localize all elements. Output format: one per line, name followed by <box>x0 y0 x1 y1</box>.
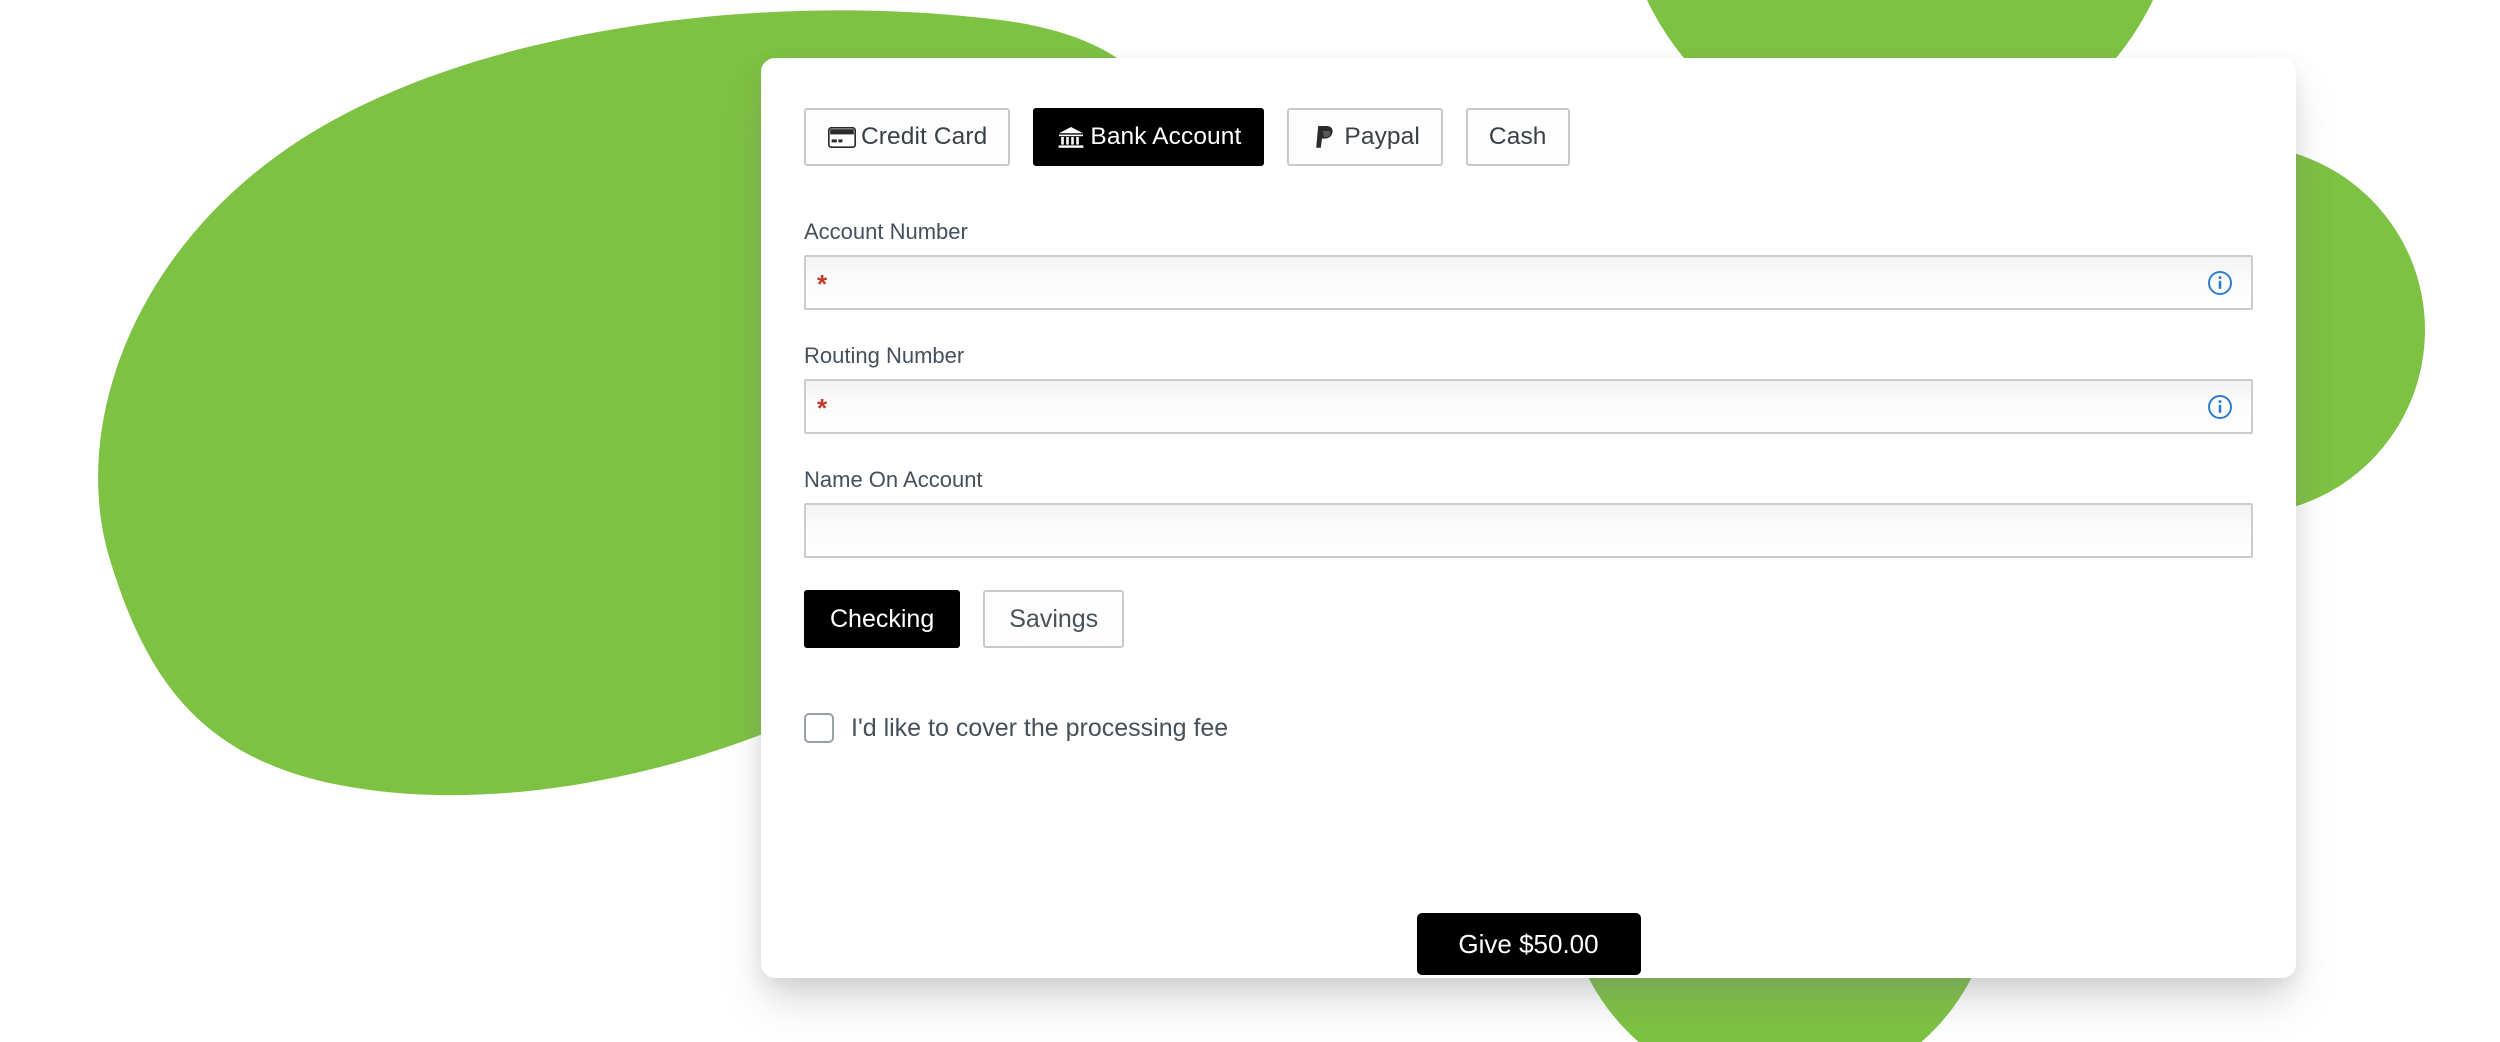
account-number-label: Account Number <box>804 219 968 244</box>
routing-number-required-marker: * <box>817 392 828 423</box>
bank-icon <box>1056 125 1086 149</box>
tab-bank-account-label: Bank Account <box>1090 122 1242 150</box>
account-number-required-marker: * <box>817 268 828 299</box>
account-type-checking-label: Checking <box>830 604 935 633</box>
processing-fee-label[interactable]: I'd like to cover the processing fee <box>851 715 1228 741</box>
credit-card-icon <box>827 125 857 149</box>
account-number-input-wrap[interactable]: * <box>804 255 2253 310</box>
donation-page: Credit Card Bank Account Paypal Cash Acc… <box>0 0 2500 1042</box>
tab-cash[interactable]: Cash <box>1465 108 1570 166</box>
tab-paypal-label: Paypal <box>1344 122 1420 150</box>
info-circle-icon[interactable] <box>2207 394 2233 420</box>
account-type-checking[interactable]: Checking <box>804 590 961 648</box>
processing-fee-checkbox[interactable] <box>804 713 834 743</box>
processing-fee-row: I'd like to cover the processing fee <box>804 713 2253 743</box>
routing-number-input[interactable] <box>829 393 2197 420</box>
routing-number-input-wrap[interactable]: * <box>804 379 2253 434</box>
tab-bank-account[interactable]: Bank Account <box>1033 108 1265 166</box>
name-on-account-input[interactable] <box>819 517 2233 544</box>
account-number-input[interactable] <box>829 269 2197 296</box>
payment-method-tabs: Credit Card Bank Account Paypal Cash <box>804 108 2253 166</box>
field-account-number: Account Number * <box>804 221 2253 310</box>
field-routing-number: Routing Number * <box>804 345 2253 434</box>
tab-cash-label: Cash <box>1488 122 1547 150</box>
info-circle-icon[interactable] <box>2207 270 2233 296</box>
account-type-savings-label: Savings <box>1009 604 1099 633</box>
field-name-on-account: Name On Account <box>804 469 2253 558</box>
name-on-account-input-wrap[interactable] <box>804 503 2253 558</box>
routing-number-label: Routing Number <box>804 343 965 368</box>
account-type-group: Checking Savings <box>804 590 2253 648</box>
tab-credit-card[interactable]: Credit Card <box>804 108 1011 166</box>
payment-form: Credit Card Bank Account Paypal Cash Acc… <box>804 108 2253 978</box>
submit-row: Give $50.00 <box>804 913 2253 975</box>
paypal-icon <box>1310 125 1340 149</box>
tab-credit-card-label: Credit Card <box>861 122 988 150</box>
name-on-account-label: Name On Account <box>804 467 983 492</box>
tab-paypal[interactable]: Paypal <box>1287 108 1443 166</box>
payment-card: Credit Card Bank Account Paypal Cash Acc… <box>761 58 2296 978</box>
account-type-savings[interactable]: Savings <box>983 590 1125 648</box>
give-button[interactable]: Give $50.00 <box>1416 913 1641 975</box>
